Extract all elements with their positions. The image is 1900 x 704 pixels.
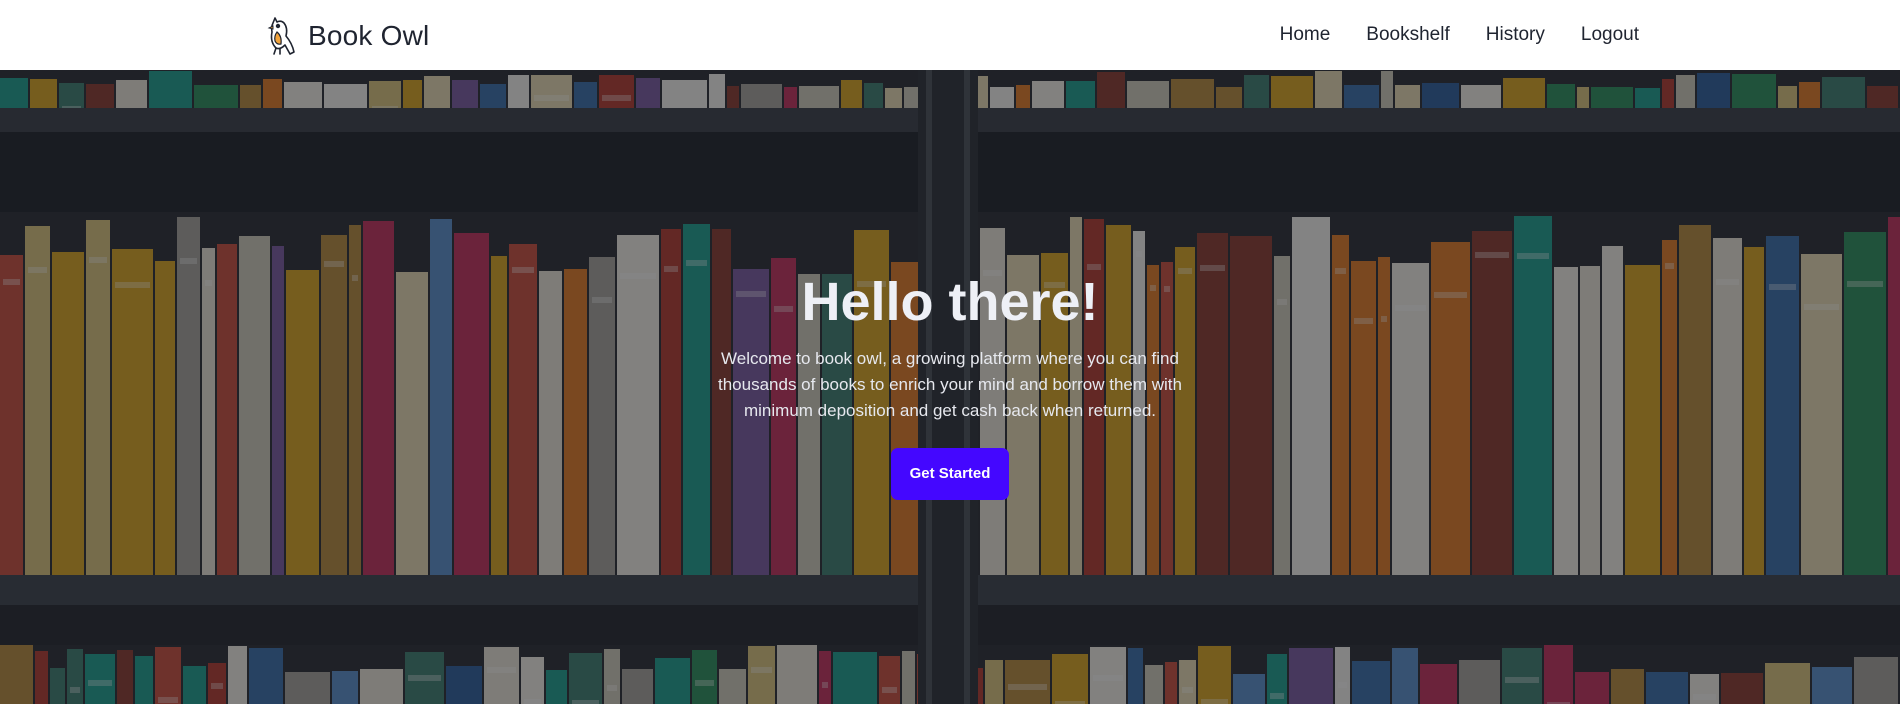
top-navbar: Book Owl Home Bookshelf History Logout — [0, 0, 1900, 70]
nav-home-link[interactable]: Home — [1280, 24, 1331, 46]
nav-history-link[interactable]: History — [1486, 24, 1545, 46]
brand-name: Book Owl — [308, 20, 430, 51]
hero-section: Hello there! Welcome to book owl, a grow… — [0, 70, 1900, 704]
hero-title: Hello there! — [801, 272, 1099, 332]
get-started-button[interactable]: Get Started — [890, 448, 1010, 500]
hero-description: Welcome to book owl, a growing platform … — [718, 349, 1182, 420]
nav-bookshelf-link[interactable]: Bookshelf — [1366, 24, 1449, 46]
brand-logo-link[interactable]: Book Owl — [264, 14, 429, 58]
owl-icon — [264, 16, 296, 56]
main-nav: Home Bookshelf History Logout — [1280, 0, 1639, 70]
hero-content: Hello there! Welcome to book owl, a grow… — [650, 270, 1250, 500]
nav-logout-link[interactable]: Logout — [1581, 24, 1639, 46]
